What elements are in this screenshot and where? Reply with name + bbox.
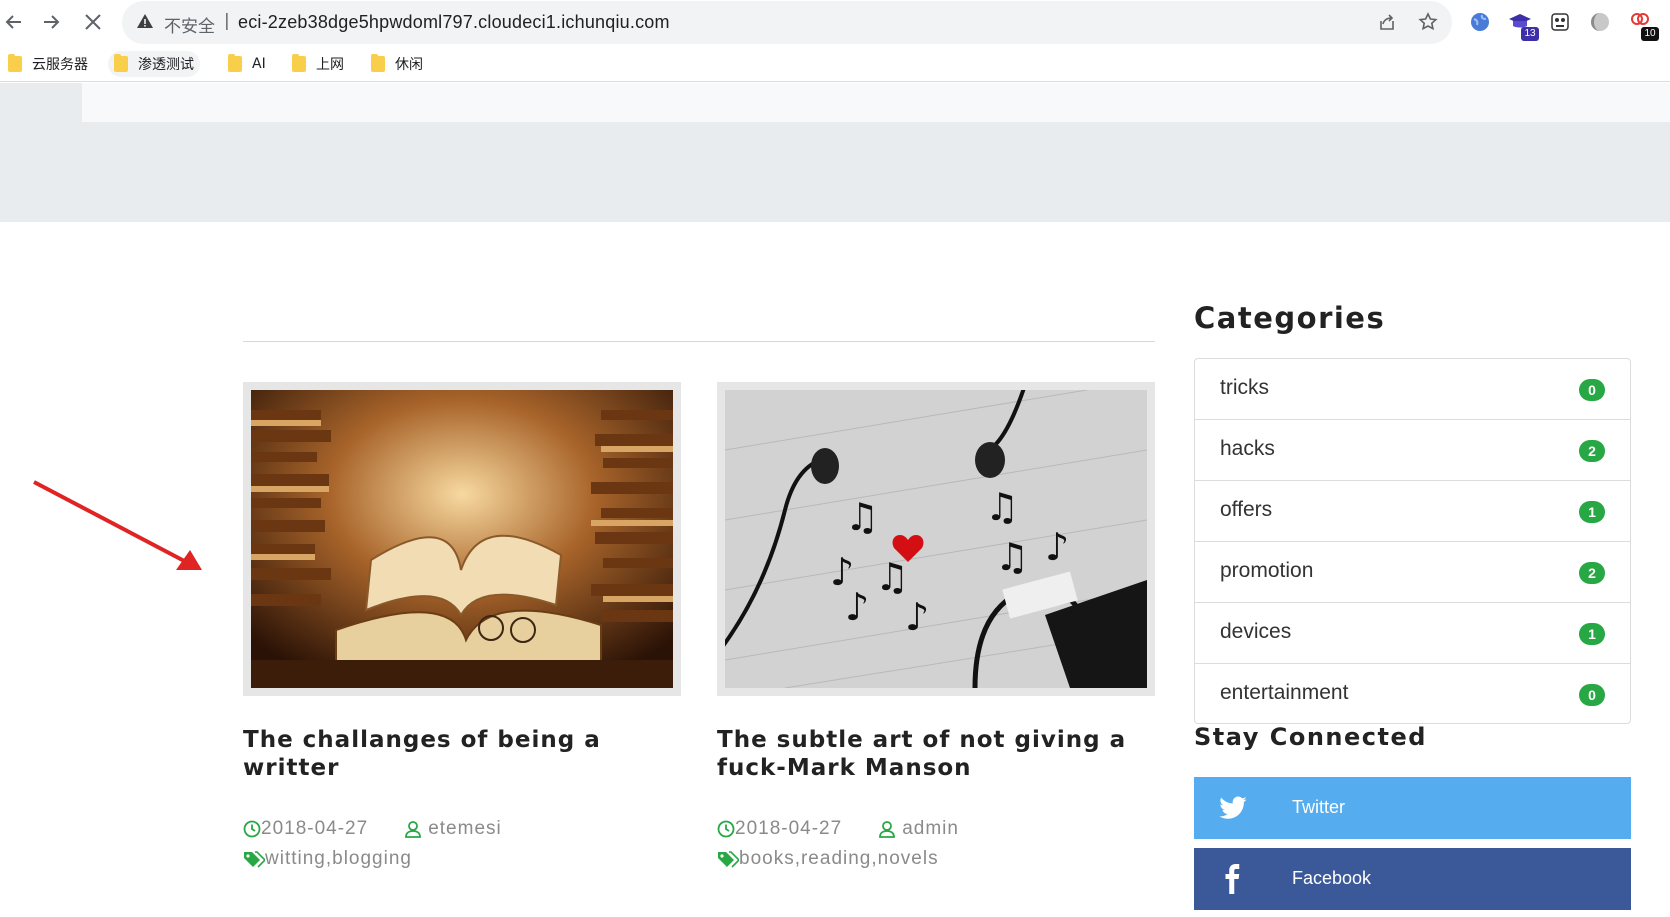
svg-text:♫: ♫ — [995, 535, 1029, 579]
tags-icon — [718, 851, 739, 868]
post-title[interactable]: The challanges of being a writter — [243, 726, 681, 782]
bookmark-folder[interactable]: 云服务器 — [2, 51, 94, 77]
category-item[interactable]: offers 1 — [1195, 481, 1630, 542]
svg-text:♪: ♪ — [845, 585, 869, 629]
bookmark-label: 云服务器 — [32, 57, 88, 73]
category-name[interactable]: hacks — [1220, 437, 1275, 461]
bookmark-folder[interactable]: AI — [222, 51, 272, 77]
categories-heading: Categories — [1194, 301, 1386, 335]
extension-badge-count: 10 — [1641, 27, 1659, 41]
category-count-badge: 0 — [1579, 684, 1605, 706]
tags-icon — [244, 851, 265, 868]
category-count-badge: 0 — [1579, 379, 1605, 401]
earphones-music-notes-image[interactable]: ♫ ♪ ♫ ♪ ♪ ♫ ♫ ♪ — [725, 390, 1147, 688]
bookmarks-bar: 云服务器 渗透测试 AI 上网 休闲 — [0, 47, 1670, 82]
heart-extension-icon[interactable]: 10 — [1627, 9, 1659, 41]
user-icon — [879, 821, 896, 838]
bookmark-star-icon[interactable] — [1416, 10, 1440, 34]
folder-icon — [114, 54, 128, 72]
post-tags: witting,blogging — [243, 848, 681, 870]
post-thumbnail[interactable] — [243, 382, 681, 696]
post-meta: 2018-04-27 admin — [717, 818, 1155, 840]
content-divider — [243, 341, 1155, 342]
category-name[interactable]: devices — [1220, 620, 1291, 644]
category-count-badge: 2 — [1579, 562, 1605, 584]
globe-extension-icon[interactable] — [1467, 9, 1493, 35]
category-name[interactable]: promotion — [1220, 559, 1313, 583]
share-icon[interactable] — [1375, 10, 1399, 34]
folder-icon — [8, 54, 22, 72]
omnibox-separator: | — [224, 11, 230, 31]
post-title[interactable]: The subtle art of not giving a fuck-Mark… — [717, 726, 1155, 782]
address-bar[interactable]: 不安全 | eci-2zeb38dge5hpwdoml797.cloudeci1… — [122, 1, 1452, 44]
folder-icon — [371, 54, 385, 72]
post-meta: 2018-04-27 etemesi — [243, 818, 681, 840]
svg-text:♪: ♪ — [905, 595, 929, 639]
post-author[interactable]: admin — [902, 818, 959, 840]
clock-icon — [717, 820, 735, 838]
category-count-badge: 1 — [1579, 501, 1605, 523]
category-list: tricks 0 hacks 2 offers 1 promotion 2 de… — [1194, 358, 1631, 724]
post-tag-list[interactable]: books,reading,novels — [739, 848, 939, 870]
folder-icon — [292, 54, 306, 72]
bookmark-folder[interactable]: 渗透测试 — [108, 51, 200, 77]
bookmark-label: 休闲 — [395, 57, 423, 73]
graduation-cap-extension-icon[interactable]: 13 — [1507, 9, 1539, 41]
category-count-badge: 2 — [1579, 440, 1605, 462]
browser-toolbar: 不安全 | eci-2zeb38dge5hpwdoml797.cloudeci1… — [0, 0, 1670, 45]
folder-icon — [228, 54, 242, 72]
warning-icon[interactable] — [136, 12, 156, 32]
twitter-label: Twitter — [1292, 797, 1346, 817]
post-tags: books,reading,novels — [717, 848, 1155, 870]
bookmark-label: 渗透测试 — [138, 57, 194, 73]
clock-icon — [243, 820, 261, 838]
web-page: The challanges of being a writter 2018-0… — [0, 83, 1670, 917]
post-author[interactable]: etemesi — [428, 818, 502, 840]
stop-loading-icon[interactable] — [79, 8, 107, 36]
header-band — [0, 83, 1670, 222]
category-name[interactable]: offers — [1220, 498, 1272, 522]
security-label[interactable]: 不安全 — [164, 12, 215, 37]
navbar-strip — [82, 83, 1670, 122]
stacked-books-image[interactable] — [251, 390, 673, 688]
category-name[interactable]: tricks — [1220, 376, 1269, 400]
back-icon[interactable] — [0, 8, 28, 36]
annotation-arrow — [33, 480, 202, 570]
bookmark-folder[interactable]: 上网 — [286, 51, 350, 77]
moon-extension-icon[interactable] — [1587, 9, 1613, 35]
category-item[interactable]: devices 1 — [1195, 603, 1630, 664]
post-card[interactable]: The challanges of being a writter 2018-0… — [243, 382, 681, 870]
url-text[interactable]: eci-2zeb38dge5hpwdoml797.cloudeci1.ichun… — [238, 12, 670, 33]
category-item[interactable]: promotion 2 — [1195, 542, 1630, 603]
svg-text:♫: ♫ — [875, 555, 909, 599]
post-thumbnail[interactable]: ♫ ♪ ♫ ♪ ♪ ♫ ♫ ♪ — [717, 382, 1155, 696]
category-item[interactable]: entertainment 0 — [1195, 664, 1630, 725]
post-date: 2018-04-27 — [735, 818, 843, 839]
post-date: 2018-04-27 — [261, 818, 369, 839]
category-count-badge: 1 — [1579, 623, 1605, 645]
forward-icon[interactable] — [37, 8, 65, 36]
svg-text:♫: ♫ — [985, 485, 1019, 529]
panda-extension-icon[interactable] — [1547, 9, 1573, 35]
bookmark-label: 上网 — [316, 57, 344, 73]
category-item[interactable]: tricks 0 — [1195, 359, 1630, 420]
facebook-label: Facebook — [1292, 868, 1372, 888]
user-icon — [405, 821, 422, 838]
facebook-icon — [1225, 864, 1240, 894]
post-tag-list[interactable]: witting,blogging — [265, 848, 412, 870]
post-card[interactable]: ♫ ♪ ♫ ♪ ♪ ♫ ♫ ♪ The subtle art of not giving … — [717, 382, 1155, 870]
facebook-button[interactable]: Facebook — [1194, 848, 1631, 910]
category-item[interactable]: hacks 2 — [1195, 420, 1630, 481]
category-name[interactable]: entertainment — [1220, 681, 1348, 705]
twitter-icon — [1219, 796, 1247, 819]
stay-connected-heading: Stay Connected — [1194, 723, 1427, 751]
bookmark-label: AI — [252, 56, 266, 72]
svg-text:♪: ♪ — [1045, 525, 1069, 569]
svg-text:♫: ♫ — [845, 495, 879, 539]
extension-badge-count: 13 — [1521, 27, 1539, 41]
bookmark-folder[interactable]: 休闲 — [365, 51, 429, 77]
twitter-button[interactable]: Twitter — [1194, 777, 1631, 839]
